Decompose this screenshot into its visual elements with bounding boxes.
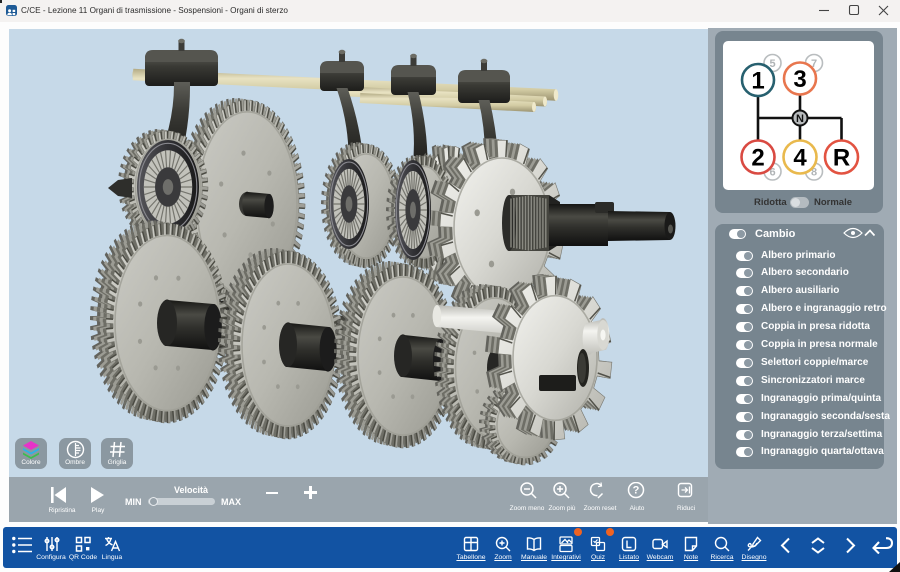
svg-text:R: R	[833, 145, 850, 172]
svg-text:N: N	[796, 113, 804, 125]
svg-text:1: 1	[751, 68, 764, 95]
svg-text:?: ?	[633, 485, 640, 497]
svg-text:4: 4	[793, 145, 807, 172]
svg-text:3: 3	[793, 66, 806, 93]
svg-text:2: 2	[751, 145, 764, 172]
